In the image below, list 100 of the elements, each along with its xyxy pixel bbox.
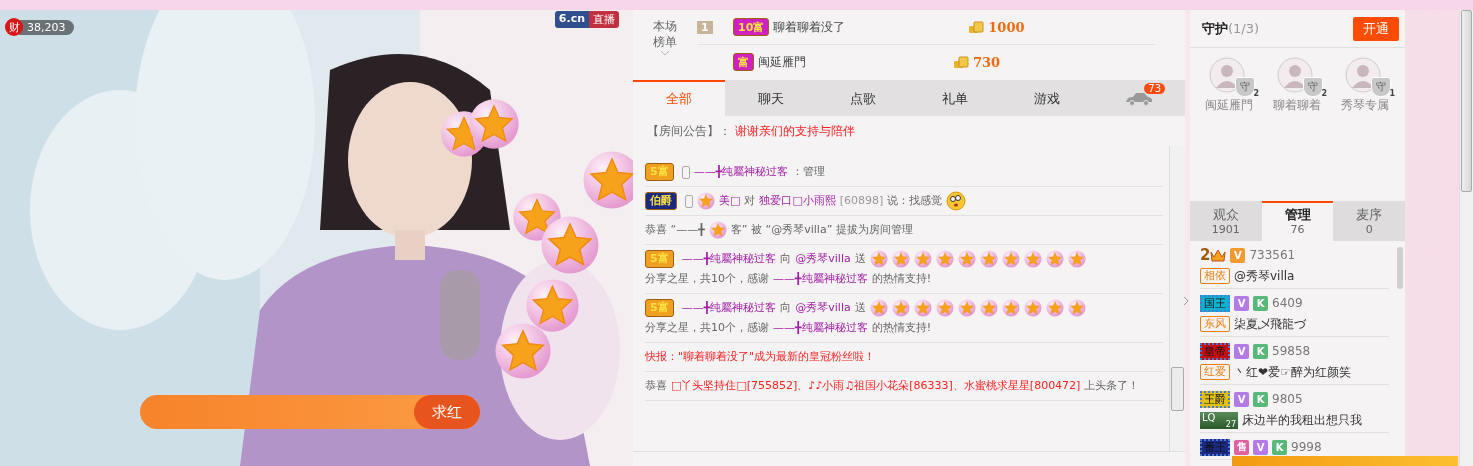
privilege-badge: K bbox=[1272, 439, 1287, 455]
star-bubble-icon bbox=[869, 250, 888, 268]
user-name[interactable]: 美□ bbox=[719, 191, 741, 211]
star-bubble-icon bbox=[1045, 250, 1064, 268]
star-bubble-icon bbox=[1023, 299, 1042, 317]
message-text: 送 bbox=[854, 300, 866, 316]
guard-badge: 守 bbox=[1371, 77, 1391, 97]
chat-tab[interactable]: 全部 bbox=[633, 80, 725, 116]
privilege-badge: V bbox=[1230, 247, 1246, 263]
star-bubble-icon bbox=[494, 322, 552, 380]
star-bubble-icon bbox=[957, 250, 976, 268]
viewer-tab[interactable]: 管理 76 bbox=[1261, 201, 1334, 241]
star-bubble-icon bbox=[891, 299, 910, 317]
star-bubble-icon bbox=[1067, 299, 1086, 317]
star-bubble-icon bbox=[1023, 250, 1042, 268]
title-badge: 番王 bbox=[1200, 438, 1230, 456]
guard-level: 2 bbox=[1253, 89, 1259, 98]
chat-tab[interactable]: 礼单 bbox=[909, 80, 1001, 116]
fan-tag: 红爱 bbox=[1200, 364, 1230, 380]
star-bubble-icon bbox=[708, 221, 727, 239]
user-id: 9805 bbox=[1272, 392, 1303, 406]
member-name[interactable]: 闽延雁門 bbox=[1205, 97, 1253, 114]
user-name[interactable]: ——╋纯屬神秘过客 bbox=[681, 249, 777, 269]
viewer-tab[interactable]: 麦序 0 bbox=[1333, 201, 1405, 241]
member-name[interactable]: 秀琴专属 bbox=[1341, 97, 1389, 114]
level-badge: 5富 bbox=[645, 299, 674, 317]
privilege-badge: K bbox=[1253, 343, 1268, 359]
level-badge: 5富 bbox=[645, 250, 674, 268]
user-name[interactable]: 柒夏乄飛龍づ bbox=[1234, 315, 1306, 333]
user-name[interactable]: ——╋纯屬神秘过客 bbox=[773, 318, 868, 338]
guard-title: 守护(1/3) bbox=[1202, 19, 1260, 38]
board-title: 本场 bbox=[653, 18, 677, 34]
coins-icon bbox=[953, 55, 969, 69]
privilege-badge: V bbox=[1234, 343, 1249, 359]
site-logo: 6.cn bbox=[554, 11, 589, 28]
privilege-badge: V bbox=[1253, 439, 1268, 455]
guard-badge: 守 bbox=[1235, 77, 1255, 97]
crown-level: 2 bbox=[1200, 246, 1227, 264]
user-id: 733561 bbox=[1249, 248, 1296, 262]
guard-level: 1 bbox=[1389, 89, 1395, 98]
user-name[interactable]: @秀琴villa bbox=[795, 298, 851, 318]
coin-amount: 1000 bbox=[988, 19, 1025, 35]
user-name[interactable]: @秀琴villa bbox=[795, 249, 851, 269]
chat-tab[interactable]: 点歌 bbox=[817, 80, 909, 116]
star-bubble-icon bbox=[957, 299, 976, 317]
level-badge: 富 bbox=[733, 53, 754, 71]
car-icon bbox=[1124, 92, 1154, 106]
title-badge: 国王 bbox=[1200, 294, 1230, 312]
star-bubble-icon bbox=[869, 299, 888, 317]
scrollbar[interactable] bbox=[1169, 146, 1185, 451]
fan-tag: 东风 bbox=[1200, 316, 1230, 332]
page-scrollbar[interactable] bbox=[1459, 10, 1473, 466]
user-name[interactable]: 聊着聊着没了 bbox=[773, 18, 969, 36]
user-id: 9998 bbox=[1291, 440, 1322, 454]
message-text: 客” 被 “@秀琴villa” 提拔为房间管理 bbox=[730, 222, 913, 238]
star-bubble-icon bbox=[1045, 299, 1064, 317]
user-name[interactable]: 独爱口□小雨熙 bbox=[759, 191, 836, 211]
privilege-badge: K bbox=[1253, 295, 1268, 311]
wish-button[interactable]: 求红 bbox=[414, 395, 480, 429]
member-name[interactable]: 聊着聊着 bbox=[1273, 97, 1321, 114]
scroll-thumb[interactable] bbox=[1397, 247, 1403, 289]
count-badge: 73 bbox=[1144, 83, 1165, 94]
user-name[interactable]: 丶红❤爱☞醉为红颜笑 bbox=[1234, 363, 1351, 381]
level-badge: 5富 bbox=[645, 163, 674, 181]
user-name[interactable]: 床边半的我租出想只我 bbox=[1242, 411, 1362, 429]
emoji-icon bbox=[946, 191, 967, 211]
user-name[interactable]: ——╋纯屬神秘过客 bbox=[693, 162, 789, 182]
star-bubble-icon bbox=[935, 250, 954, 268]
message-text: 的热情支持! bbox=[871, 271, 932, 287]
open-button[interactable]: 开通 bbox=[1353, 16, 1399, 41]
chat-tab[interactable]: 聊天 bbox=[725, 80, 817, 116]
star-bubble-icon bbox=[891, 250, 910, 268]
coins-icon bbox=[968, 20, 985, 34]
star-bubble-icon bbox=[1067, 250, 1086, 268]
coin-amount: 730 bbox=[973, 54, 1001, 70]
user-name[interactable]: ——╋纯屬神秘过客 bbox=[773, 269, 868, 289]
viewer-tab[interactable]: 观众 1901 bbox=[1190, 201, 1262, 241]
title-badge: 王爵 bbox=[1200, 390, 1230, 408]
level-badge: 伯爵 bbox=[645, 192, 677, 210]
star-bubble-icon bbox=[1001, 250, 1020, 268]
message-text: 对 bbox=[744, 193, 756, 209]
user-name[interactable]: ——╋纯屬神秘过客 bbox=[681, 298, 777, 318]
star-bubble-icon bbox=[468, 98, 520, 150]
collapse-handle-icon[interactable] bbox=[1183, 296, 1189, 306]
chevron-down-icon[interactable] bbox=[660, 50, 670, 56]
star-bubble-icon bbox=[540, 215, 600, 275]
chat-tab[interactable]: 游戏 bbox=[1001, 80, 1093, 116]
level-badge: 10富 bbox=[733, 18, 770, 36]
car-tab[interactable]: 73 bbox=[1093, 80, 1185, 116]
user-name[interactable]: 闽延雁門 bbox=[758, 53, 953, 71]
star-bubble-icon bbox=[1001, 299, 1020, 317]
star-bubble-icon bbox=[913, 299, 932, 317]
message-text: 分享之星，共10个，感谢 bbox=[645, 271, 769, 287]
user-name[interactable]: @秀琴villa bbox=[1234, 267, 1295, 285]
guard-badge: 守 bbox=[1303, 77, 1323, 97]
live-tag: 直播 bbox=[589, 11, 619, 28]
board-title: 榜单 bbox=[653, 34, 677, 50]
privilege-badge: K bbox=[1253, 391, 1268, 407]
fan-tag: 相依 bbox=[1200, 268, 1230, 284]
privilege-badge: V bbox=[1234, 295, 1249, 311]
